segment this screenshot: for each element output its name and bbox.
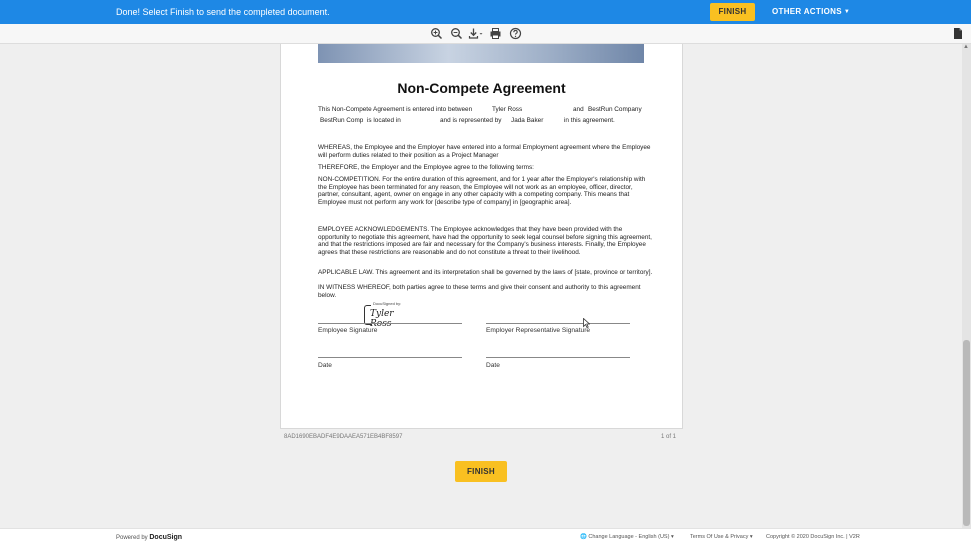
powered-by: Powered by DocuSign [116, 534, 182, 541]
change-language-menu[interactable]: 🌐 Change Language - English (US) ▾ [580, 534, 674, 540]
powered-by-label: Powered by [116, 535, 148, 541]
employer-name-field: BestRun Company [588, 106, 642, 113]
acknowledgements-paragraph: EMPLOYEE ACKNOWLEDGEMENTS. The Employee … [318, 226, 652, 256]
employee-date-label: Date [318, 362, 332, 369]
language-caret-icon: ▾ [670, 534, 674, 540]
finish-button-top[interactable]: FINISH [710, 3, 755, 21]
globe-icon: 🌐 [580, 534, 587, 540]
download-icon[interactable] [468, 27, 484, 40]
employee-name-field: Tyler Ross [492, 106, 523, 113]
docusigned-by-label: DocuSigned by: [373, 301, 402, 306]
located-in-text: is located in [367, 117, 401, 124]
document-panel-icon[interactable] [953, 27, 963, 40]
vertical-scrollbar[interactable]: ▲ [962, 44, 971, 528]
footer: Powered by DocuSign 🌐 Change Language - … [0, 528, 971, 546]
copyright-text: Copyright © 2020 DocuSign Inc. | V2R [766, 534, 860, 540]
witness-paragraph: IN WITNESS WHEREOF, both parties agree t… [318, 284, 641, 299]
completion-banner: Done! Select Finish to send the complete… [0, 0, 971, 24]
employee-signature-stamp[interactable]: DocuSigned by: Tyler Ross [364, 301, 410, 329]
in-agreement-text: in this agreement. [564, 117, 615, 124]
banner-message: Done! Select Finish to send the complete… [116, 7, 330, 17]
representative-name-field: Jada Baker [511, 117, 544, 124]
non-competition-paragraph: NON-COMPETITION. For the entire duration… [318, 176, 646, 206]
and-text: and [573, 106, 584, 113]
header-image [318, 44, 644, 63]
applicable-law-paragraph: APPLICABLE LAW. This agreement and its i… [318, 269, 653, 276]
envelope-id: 8AD1690EBADF4E9DAAEA571EB4BF8597 [284, 434, 403, 440]
employee-signature-label: Employee Signature [318, 327, 378, 334]
other-actions-label: OTHER ACTIONS [772, 7, 842, 16]
zoom-in-icon[interactable] [430, 27, 443, 40]
scrollbar-thumb[interactable] [963, 340, 970, 526]
whereas-paragraph: WHEREAS, the Employee and the Employer h… [318, 144, 653, 159]
employer-signature-line[interactable] [486, 323, 630, 324]
caret-down-icon: ▼ [843, 9, 851, 15]
scroll-up-icon[interactable]: ▲ [963, 44, 969, 50]
mouse-cursor-icon [583, 318, 590, 328]
employee-date-line [318, 357, 462, 358]
zoom-out-icon[interactable] [450, 27, 463, 40]
terms-caret-icon: ▾ [749, 534, 753, 540]
document-title: Non-Compete Agreement [397, 80, 566, 96]
document-toolbar [0, 24, 971, 44]
position-field: Project Manager [451, 151, 499, 159]
employee-signature: Tyler Ross [370, 309, 394, 329]
employer-short-field: BestRun Comp [320, 117, 364, 124]
finish-button-bottom[interactable]: FINISH [455, 461, 507, 482]
employee-signature-line [318, 323, 462, 324]
terms-label: Terms Of Use & Privacy [690, 534, 749, 540]
page-count: 1 of 1 [661, 434, 677, 440]
document-page: Non-Compete Agreement This Non-Compete A… [280, 44, 683, 429]
print-icon[interactable] [489, 27, 502, 40]
employer-date-line [486, 357, 630, 358]
therefore-paragraph: THEREFORE, the Employer and the Employee… [318, 164, 534, 171]
language-label: Change Language - English (US) [588, 534, 670, 540]
employer-signature-label: Employer Representative Signature [486, 327, 591, 334]
help-icon[interactable] [509, 27, 522, 40]
terms-privacy-menu[interactable]: Terms Of Use & Privacy ▾ [690, 534, 753, 540]
represented-by-text: and is represented by [440, 117, 502, 124]
other-actions-menu[interactable]: OTHER ACTIONS ▼ [772, 7, 850, 16]
employer-date-label: Date [486, 362, 500, 369]
intro-text: This Non-Compete Agreement is entered in… [318, 106, 473, 113]
docusign-logo: DocuSign [149, 534, 183, 541]
